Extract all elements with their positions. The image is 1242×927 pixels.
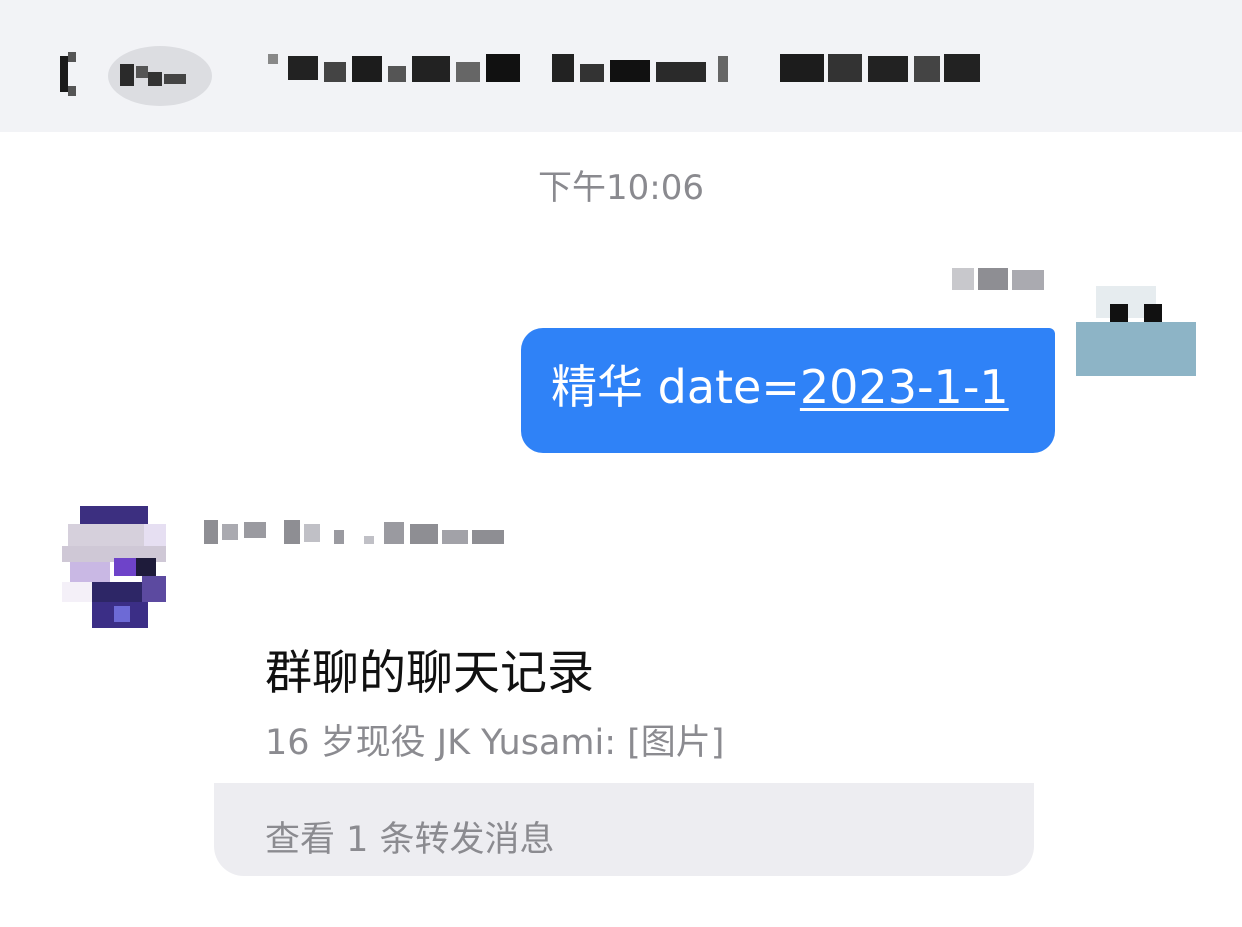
forward-card-preview: 16 岁现役 JK Yusami: [图片] <box>265 723 725 763</box>
back-button[interactable] <box>52 44 212 108</box>
forward-card-title: 群聊的聊天记录 <box>265 646 594 701</box>
chat-title-blurred <box>268 44 988 94</box>
chat-header <box>0 0 1242 132</box>
view-forwarded-messages-button[interactable]: 查看 1 条转发消息 <box>214 783 1034 876</box>
avatar-incoming[interactable] <box>62 506 166 628</box>
sender-name-incoming <box>204 516 508 548</box>
outgoing-message-bubble[interactable]: 精华 date=2023-1-1 <box>521 328 1055 453</box>
forwarded-chat-card[interactable]: 群聊的聊天记录 16 岁现役 JK Yusami: [图片] 查看 1 条转发消… <box>214 610 1034 876</box>
sender-name-outgoing <box>952 262 1048 296</box>
message-timestamp: 下午10:06 <box>538 168 704 208</box>
chevron-left-icon[interactable] <box>52 44 212 108</box>
avatar-outgoing[interactable] <box>1074 286 1196 378</box>
date-link[interactable]: 2023-1-1 <box>800 360 1009 414</box>
message-text: 精华 date= <box>551 360 800 414</box>
